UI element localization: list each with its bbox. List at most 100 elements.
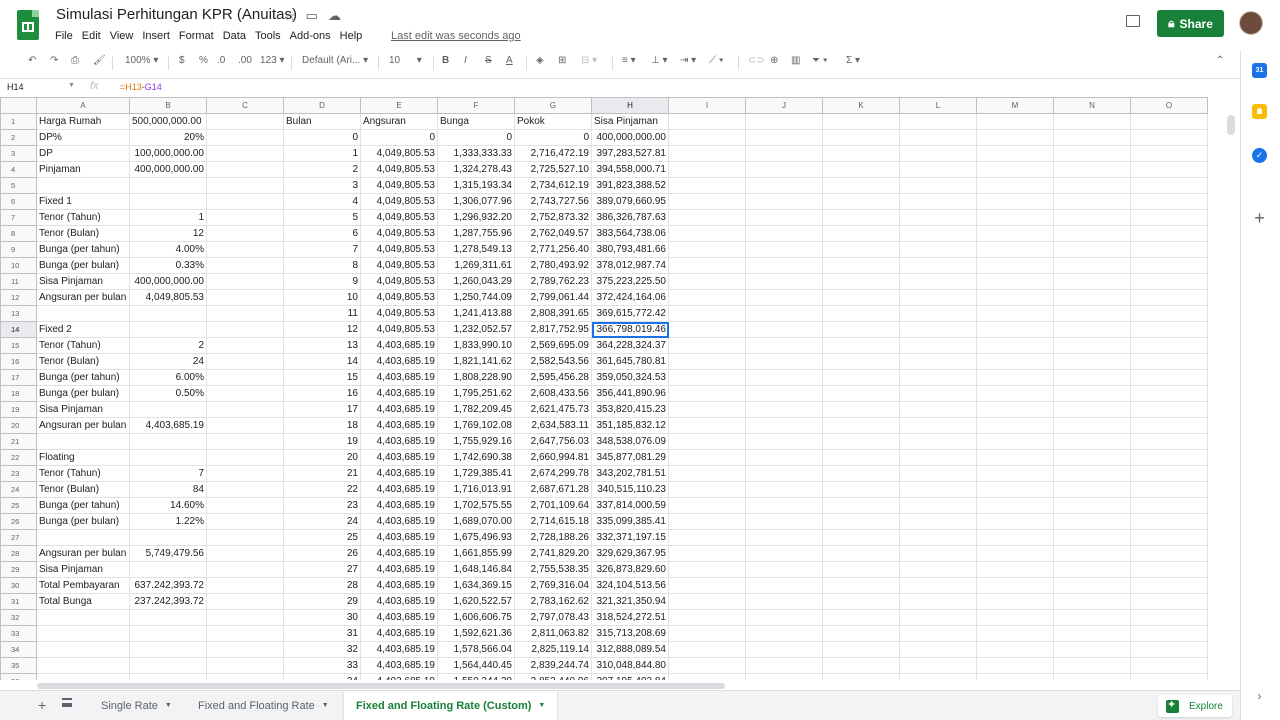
cell-i27[interactable] (668, 529, 746, 546)
cell-j21[interactable] (745, 433, 823, 450)
cell-a28[interactable]: Angsuran per bulan (36, 545, 130, 562)
cell-b4[interactable]: 400,000,000.00 (129, 161, 207, 178)
cell-i15[interactable] (668, 337, 746, 354)
cell-o21[interactable] (1130, 433, 1208, 450)
cell-l36[interactable] (899, 673, 977, 680)
cell-a5[interactable] (36, 177, 130, 194)
sheet-tab-fixed-floating[interactable]: Fixed and Floating Rate ▼ (186, 691, 341, 720)
cell-f4[interactable]: 1,324,278.43 (437, 161, 515, 178)
cell-i9[interactable] (668, 241, 746, 258)
cell-n27[interactable] (1053, 529, 1131, 546)
cell-k34[interactable] (822, 641, 900, 658)
cell-j33[interactable] (745, 625, 823, 642)
cell-n34[interactable] (1053, 641, 1131, 658)
cell-a19[interactable]: Sisa Pinjaman (36, 401, 130, 418)
cell-c2[interactable] (206, 129, 284, 146)
cell-o30[interactable] (1130, 577, 1208, 594)
cell-d32[interactable]: 30 (283, 609, 361, 626)
cell-j16[interactable] (745, 353, 823, 370)
cell-l18[interactable] (899, 385, 977, 402)
cell-m11[interactable] (976, 273, 1054, 290)
cell-f15[interactable]: 1,833,990.10 (437, 337, 515, 354)
cell-l17[interactable] (899, 369, 977, 386)
cell-n7[interactable] (1053, 209, 1131, 226)
row-header[interactable]: 24 (0, 481, 37, 498)
cell-n3[interactable] (1053, 145, 1131, 162)
cell-m23[interactable] (976, 465, 1054, 482)
cell-h11[interactable]: 375,223,225.50 (591, 273, 669, 290)
cell-n1[interactable] (1053, 113, 1131, 130)
cell-a33[interactable] (36, 625, 130, 642)
cell-h8[interactable]: 383,564,738.06 (591, 225, 669, 242)
cell-a23[interactable]: Tenor (Tahun) (36, 465, 130, 482)
cell-m17[interactable] (976, 369, 1054, 386)
cell-a26[interactable]: Bunga (per bulan) (36, 513, 130, 530)
cell-c21[interactable] (206, 433, 284, 450)
cell-d23[interactable]: 21 (283, 465, 361, 482)
cell-o22[interactable] (1130, 449, 1208, 466)
undo-icon[interactable]: ↶ (28, 55, 36, 66)
cell-g30[interactable]: 2,769,316.04 (514, 577, 592, 594)
font-size-select[interactable]: 10 ▾ (389, 55, 422, 66)
cell-k4[interactable] (822, 161, 900, 178)
cell-f28[interactable]: 1,661,855.99 (437, 545, 515, 562)
cell-k18[interactable] (822, 385, 900, 402)
cell-d13[interactable]: 11 (283, 305, 361, 322)
cell-i17[interactable] (668, 369, 746, 386)
row-header[interactable]: 27 (0, 529, 37, 546)
cell-i29[interactable] (668, 561, 746, 578)
cell-b12[interactable]: 4,049,805.53 (129, 289, 207, 306)
cell-j17[interactable] (745, 369, 823, 386)
cell-f8[interactable]: 1,287,755.96 (437, 225, 515, 242)
row-header[interactable]: 29 (0, 561, 37, 578)
cell-j7[interactable] (745, 209, 823, 226)
cell-b20[interactable]: 4,403,685.19 (129, 417, 207, 434)
cell-n26[interactable] (1053, 513, 1131, 530)
cell-l2[interactable] (899, 129, 977, 146)
row-header[interactable]: 14 (0, 321, 37, 338)
cell-i8[interactable] (668, 225, 746, 242)
cell-n17[interactable] (1053, 369, 1131, 386)
cell-l24[interactable] (899, 481, 977, 498)
cell-n20[interactable] (1053, 417, 1131, 434)
cell-d21[interactable]: 19 (283, 433, 361, 450)
cell-e26[interactable]: 4,403,685.19 (360, 513, 438, 530)
currency-format-button[interactable]: $ (179, 55, 185, 66)
cell-g9[interactable]: 2,771,256.40 (514, 241, 592, 258)
cell-g13[interactable]: 2,808,391.65 (514, 305, 592, 322)
cell-n33[interactable] (1053, 625, 1131, 642)
cell-l28[interactable] (899, 545, 977, 562)
cell-o15[interactable] (1130, 337, 1208, 354)
cell-a25[interactable]: Bunga (per tahun) (36, 497, 130, 514)
cell-f19[interactable]: 1,782,209.45 (437, 401, 515, 418)
cell-b18[interactable]: 0.50% (129, 385, 207, 402)
cell-g27[interactable]: 2,728,188.26 (514, 529, 592, 546)
cell-m18[interactable] (976, 385, 1054, 402)
cell-h29[interactable]: 326,873,829.60 (591, 561, 669, 578)
cell-e5[interactable]: 4,049,805.53 (360, 177, 438, 194)
cell-h12[interactable]: 372,424,164.06 (591, 289, 669, 306)
menu-format[interactable]: Format (179, 28, 220, 44)
cell-n5[interactable] (1053, 177, 1131, 194)
cell-k3[interactable] (822, 145, 900, 162)
cell-b25[interactable]: 14.60% (129, 497, 207, 514)
cell-j15[interactable] (745, 337, 823, 354)
cell-a35[interactable] (36, 657, 130, 674)
cell-l25[interactable] (899, 497, 977, 514)
cell-j13[interactable] (745, 305, 823, 322)
cell-n31[interactable] (1053, 593, 1131, 610)
cell-g17[interactable]: 2,595,456.28 (514, 369, 592, 386)
cell-b6[interactable] (129, 193, 207, 210)
cell-k22[interactable] (822, 449, 900, 466)
cell-d29[interactable]: 27 (283, 561, 361, 578)
cell-g16[interactable]: 2,582,543.56 (514, 353, 592, 370)
cell-n11[interactable] (1053, 273, 1131, 290)
cell-e19[interactable]: 4,403,685.19 (360, 401, 438, 418)
cell-e22[interactable]: 4,403,685.19 (360, 449, 438, 466)
cell-f16[interactable]: 1,821,141.62 (437, 353, 515, 370)
cell-g21[interactable]: 2,647,756.03 (514, 433, 592, 450)
cell-o32[interactable] (1130, 609, 1208, 626)
cell-e31[interactable]: 4,403,685.19 (360, 593, 438, 610)
cell-c9[interactable] (206, 241, 284, 258)
cell-j27[interactable] (745, 529, 823, 546)
